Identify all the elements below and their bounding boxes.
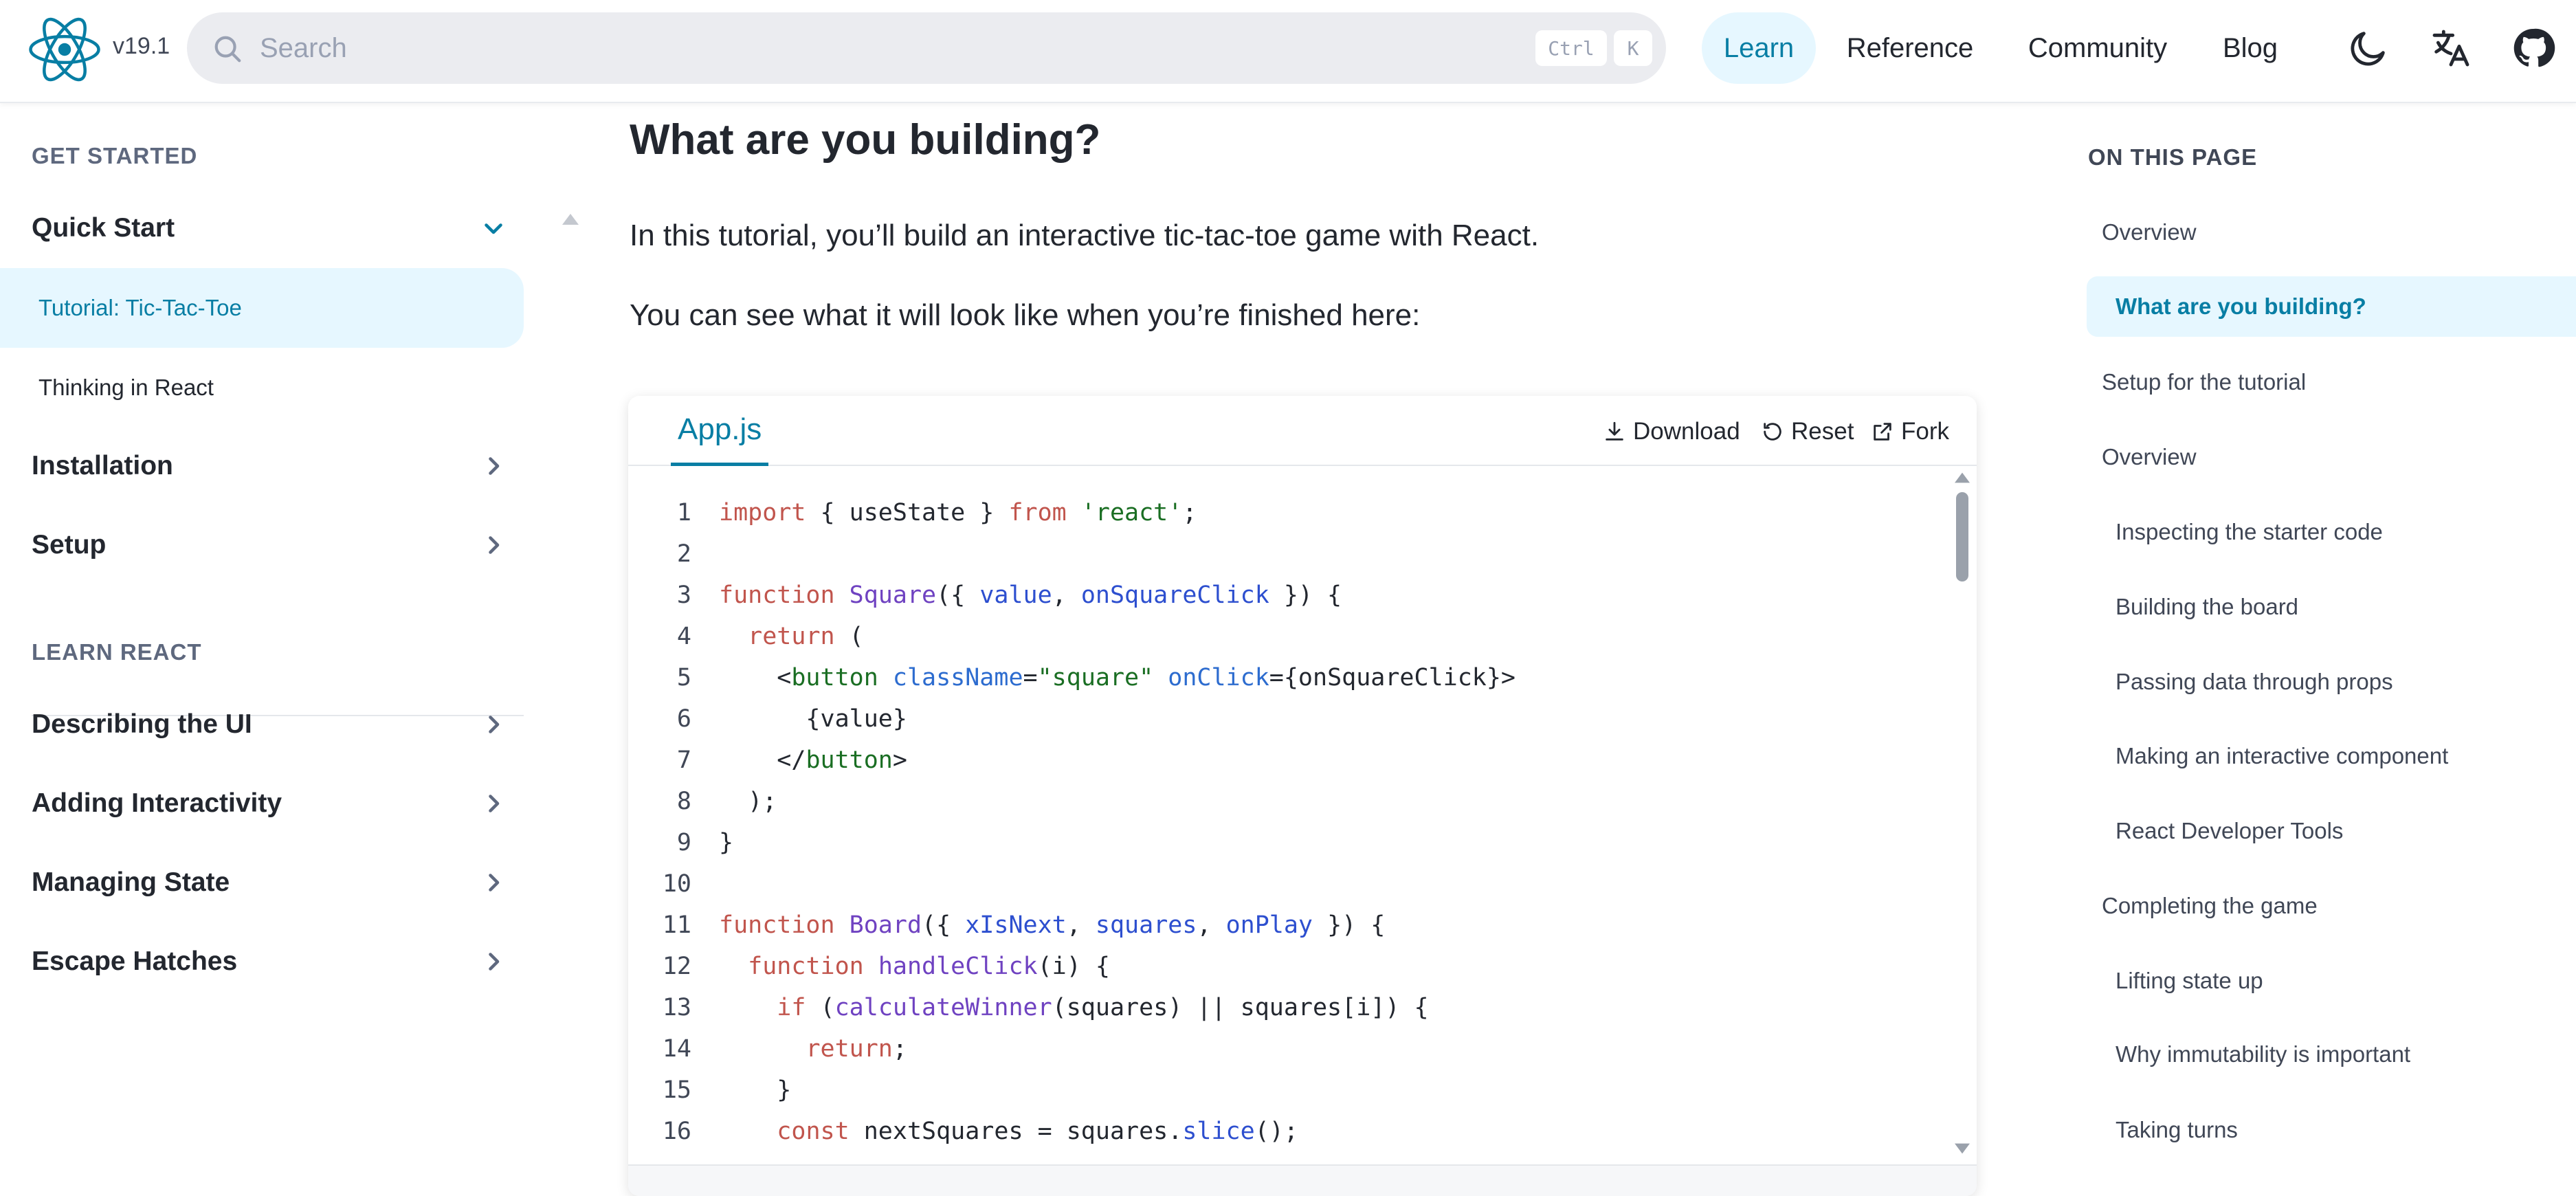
code-line: 4 return ( <box>676 623 864 650</box>
code-line: 8 ); <box>676 788 777 815</box>
search-placeholder: Search <box>260 33 347 63</box>
toc-item-lifting-state-up[interactable]: Lifting state up <box>2087 951 2576 1011</box>
reset-button[interactable]: Reset <box>1761 417 1854 447</box>
search-bar[interactable]: Search Ctrl K <box>187 12 1666 84</box>
chevron-right-icon <box>489 874 500 892</box>
toc-item-what-are-you-building[interactable]: What are you building? <box>2087 276 2576 337</box>
code-line: 7 </button> <box>676 746 907 774</box>
sidebar-item-installation[interactable]: Installation <box>32 451 506 481</box>
scroll-up-arrow-icon[interactable] <box>562 213 579 225</box>
sandbox-footer <box>628 1164 1977 1196</box>
reset-icon <box>1764 423 1781 441</box>
code-line: 13 if (calculateWinner(squares) || squar… <box>662 994 1429 1021</box>
toc-item-why-immutability[interactable]: Why immutability is important <box>2087 1024 2576 1085</box>
section-get-started: GET STARTED <box>32 143 198 168</box>
search-icon <box>214 36 241 63</box>
sidebar-item-tutorial[interactable]: Tutorial: Tic-Tac-Toe <box>0 268 524 348</box>
code-sandbox: App.js Download Reset Fork 1 import { use… <box>628 396 1977 1196</box>
file-tab-app-js[interactable]: App.js <box>671 396 769 466</box>
code-line: 5 <button className="square" onClick={on… <box>676 664 1516 691</box>
scroll-up-arrow-icon[interactable] <box>1955 472 1970 484</box>
nav-community[interactable]: Community <box>2010 12 2186 84</box>
code-line: 10 <box>662 870 691 898</box>
code-line: 9} <box>676 829 734 856</box>
sidebar-item-label: Adding Interactivity <box>32 788 282 818</box>
fork-button[interactable]: Fork <box>1871 417 1949 447</box>
toc-item-inspecting-starter-code[interactable]: Inspecting the starter code <box>2087 502 2576 562</box>
code-line: 6 {value} <box>676 705 907 733</box>
toc-item-passing-data-through-props[interactable]: Passing data through props <box>2087 652 2576 712</box>
sidebar-item-label: Escape Hatches <box>32 946 238 976</box>
kbd-k: K <box>1614 30 1652 66</box>
download-button[interactable]: Download <box>1603 417 1740 447</box>
top-navigation: v19.1 Search Ctrl K Learn Reference Comm… <box>0 0 2576 103</box>
left-sidebar: GET STARTED Quick Start Tutorial: Tic-Ta… <box>0 103 579 1196</box>
version-label[interactable]: v19.1 <box>113 33 170 60</box>
code-line: 2 <box>676 540 691 568</box>
scroll-down-arrow-icon[interactable] <box>1955 1142 1970 1155</box>
chevron-right-icon <box>489 953 500 971</box>
toc-item-react-developer-tools[interactable]: React Developer Tools <box>2087 801 2576 861</box>
section-learn-react: LEARN REACT <box>32 639 202 665</box>
toc-item-overview[interactable]: Overview <box>2087 202 2576 263</box>
nav-blog[interactable]: Blog <box>2209 12 2291 84</box>
nav-reference[interactable]: Reference <box>1838 12 1982 84</box>
code-scrollbar[interactable] <box>1956 492 1968 582</box>
translate-icon[interactable] <box>2429 26 2473 70</box>
toc-item-completing-the-game[interactable]: Completing the game <box>2087 876 2576 936</box>
chevron-right-icon <box>489 795 500 812</box>
sidebar-item-label: Setup <box>32 530 107 560</box>
sidebar-item-label: Describing the UI <box>32 709 252 739</box>
moon-icon[interactable] <box>2346 26 2390 70</box>
sidebar-item-label: Quick Start <box>32 213 175 243</box>
preview-paragraph: You can see what it will look like when … <box>630 298 1421 332</box>
download-icon <box>1606 421 1623 441</box>
nav-learn[interactable]: Learn <box>1702 12 1816 84</box>
code-line: 1 import { useState } from 'react'; <box>676 499 1197 527</box>
chevron-down-icon <box>485 223 502 234</box>
toc-item-building-the-board[interactable]: Building the board <box>2087 577 2576 637</box>
code-line: 16 const nextSquares = squares.slice(); <box>662 1118 1298 1145</box>
toc-heading: ON THIS PAGE <box>2088 144 2258 170</box>
toc-item-taking-turns[interactable]: Taking turns <box>2087 1100 2576 1160</box>
sidebar-item-thinking-in-react[interactable]: Thinking in React <box>0 348 524 428</box>
sidebar-item-label: Installation <box>32 451 173 480</box>
toc-item-setup-for-the-tutorial[interactable]: Setup for the tutorial <box>2087 352 2576 412</box>
chevron-right-icon <box>489 716 500 733</box>
code-line: 12 function handleClick(i) { <box>662 953 1110 980</box>
toc-item-making-interactive-component[interactable]: Making an interactive component <box>2087 726 2576 786</box>
code-line: 14 return; <box>662 1035 907 1063</box>
github-icon[interactable] <box>2511 26 2555 70</box>
sidebar-item-quick-start[interactable]: Quick Start <box>32 213 506 243</box>
download-label: Download <box>1633 418 1740 445</box>
sidebar-item-setup[interactable]: Setup <box>32 530 506 560</box>
fork-label: Fork <box>1901 418 1949 445</box>
code-line: 3 function Square({ value, onSquareClick … <box>676 582 1342 609</box>
react-logo-icon[interactable] <box>27 15 102 84</box>
code-line: 11 function Board({ xIsNext, squares, onP… <box>662 911 1386 939</box>
page-title: What are you building? <box>630 116 1101 164</box>
sidebar-item-describing-the-ui[interactable]: Describing the UI <box>32 709 506 740</box>
sidebar-item-managing-state[interactable]: Managing State <box>32 867 506 898</box>
sidebar-item-label: Managing State <box>32 867 230 897</box>
sidebar-item-escape-hatches[interactable]: Escape Hatches <box>32 946 506 977</box>
toc-item-overview-2[interactable]: Overview <box>2087 427 2576 487</box>
kbd-ctrl: Ctrl <box>1535 30 1607 66</box>
reset-label: Reset <box>1791 418 1854 445</box>
external-link-icon <box>1874 423 1891 441</box>
chevron-right-icon <box>489 536 500 554</box>
chevron-right-icon <box>489 457 500 475</box>
sandbox-header: App.js Download Reset Fork <box>628 396 1977 466</box>
code-line: 15 } <box>662 1076 792 1104</box>
intro-paragraph: In this tutorial, you’ll build an intera… <box>630 219 1540 252</box>
sidebar-item-adding-interactivity[interactable]: Adding Interactivity <box>32 788 506 819</box>
